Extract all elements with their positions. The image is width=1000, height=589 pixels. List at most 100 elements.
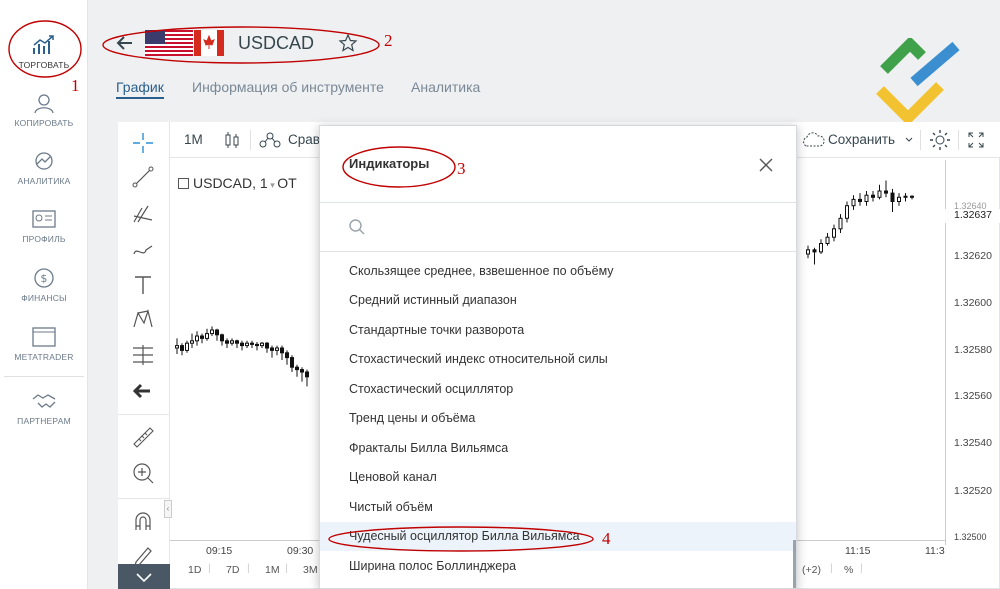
- pitchfork-icon[interactable]: [130, 200, 156, 226]
- candles-icon[interactable]: [222, 130, 242, 150]
- close-icon[interactable]: [758, 157, 774, 173]
- indicator-item[interactable]: Фракталы Билла Вильямса: [320, 434, 796, 463]
- arrow-left-icon[interactable]: [130, 378, 156, 404]
- settings-gear-icon[interactable]: [928, 128, 952, 152]
- search-input[interactable]: [372, 214, 772, 238]
- candle-body: [858, 198, 862, 202]
- sidebar-item-metatrader[interactable]: MetaTrader: [0, 326, 88, 362]
- time-axis-label: 11:3: [925, 545, 945, 557]
- indicator-item[interactable]: Стохастический осциллятор: [320, 375, 796, 404]
- drawbar-expand-button[interactable]: [118, 564, 170, 589]
- indicator-item[interactable]: Стандартные точки разворота: [320, 316, 796, 345]
- annotation-number-1: 1: [71, 76, 80, 95]
- interval-button[interactable]: 1M: [184, 122, 203, 158]
- candle-body: [195, 335, 199, 342]
- current-price-tag: 1.32637: [945, 209, 1000, 223]
- time-axis-label: 09:30: [287, 545, 314, 557]
- candle-body: [871, 194, 875, 198]
- tab-chart[interactable]: График: [116, 79, 164, 99]
- indicator-item[interactable]: Стохастический индекс относительной силы: [320, 345, 796, 374]
- indicator-item[interactable]: Чистый объём: [320, 493, 796, 522]
- candles-right: [806, 180, 914, 265]
- price-axis-label: 1.32560: [954, 390, 992, 402]
- candle-body: [250, 342, 254, 345]
- adjust-label[interactable]: (+2): [802, 564, 821, 576]
- range-3m[interactable]: 3M: [303, 564, 318, 576]
- scrollbar-thumb[interactable]: [793, 540, 796, 588]
- compare-icon[interactable]: [258, 130, 282, 150]
- candle-body: [845, 205, 849, 219]
- save-button[interactable]: Сохранить: [828, 122, 895, 158]
- magnet-icon[interactable]: [130, 508, 156, 534]
- candle-body: [812, 249, 817, 253]
- sidebar-item-copy[interactable]: Копировать: [0, 92, 88, 128]
- analytics-icon: [35, 152, 53, 170]
- user-icon: [34, 94, 54, 114]
- price-axis-label: 1.32520: [954, 485, 992, 497]
- pattern-icon[interactable]: [130, 307, 156, 333]
- chevron-down-icon[interactable]: [904, 135, 914, 145]
- price-axis-label: 1.32620: [954, 250, 992, 262]
- candle-body: [910, 195, 914, 198]
- range-1m[interactable]: 1M: [265, 564, 280, 576]
- legend-symbol: USDCAD, 1: [193, 175, 268, 191]
- candle-body: [205, 333, 209, 339]
- time-axis-label: 09:15: [206, 545, 233, 557]
- candle-body: [185, 342, 189, 351]
- candle-body: [265, 342, 269, 349]
- header: USDCAD 2 График Информация об инструмент…: [88, 0, 1000, 110]
- sidebar-item-analytics[interactable]: Аналитика: [0, 150, 88, 186]
- candle-body: [903, 195, 908, 198]
- range-7d[interactable]: 7D: [226, 564, 239, 576]
- toolbar-divider: [958, 130, 959, 150]
- range-1d[interactable]: 1D: [188, 564, 201, 576]
- ruler-icon[interactable]: [130, 424, 156, 450]
- candle-body: [819, 243, 823, 253]
- candle-body: [897, 196, 901, 202]
- sidebar-item-label: Копировать: [14, 118, 74, 128]
- candle-body: [851, 198, 856, 207]
- tab-instrument-info[interactable]: Информация об инструменте: [192, 79, 384, 95]
- fib-icon[interactable]: [130, 342, 156, 368]
- chevron-down-icon: [136, 573, 152, 583]
- annotation-ellipse-1: [8, 20, 82, 78]
- collapse-legend-icon[interactable]: [178, 178, 189, 189]
- candle-body: [210, 329, 214, 335]
- sidebar-item-finance[interactable]: $ Финансы: [0, 267, 88, 303]
- toolbar-divider: [250, 130, 251, 150]
- candle-body: [864, 194, 869, 203]
- candle-body: [260, 342, 264, 347]
- sidebar-item-label: Финансы: [21, 293, 67, 303]
- dollar-icon: $: [34, 268, 54, 288]
- time-axis-label: 11:15: [845, 545, 871, 557]
- indicator-item[interactable]: Ценовой канал: [320, 463, 796, 492]
- sidebar-item-label: Аналитика: [17, 176, 71, 186]
- compare-button[interactable]: Срав: [288, 122, 320, 158]
- indicator-item[interactable]: Скользящее среднее, взвешенное по объёму: [320, 257, 796, 286]
- fullscreen-icon[interactable]: [966, 130, 986, 150]
- collapse-handle[interactable]: ‹: [164, 500, 172, 518]
- sidebar-item-profile[interactable]: Профиль: [0, 208, 88, 244]
- tab-analytics[interactable]: Аналитика: [411, 79, 480, 95]
- candle-body: [240, 342, 244, 347]
- text-tool-icon[interactable]: [130, 272, 156, 298]
- crosshair-icon[interactable]: [130, 130, 156, 156]
- sidebar-item-label: Профиль: [22, 234, 66, 244]
- trend-line-icon[interactable]: [130, 164, 156, 190]
- percent-toggle[interactable]: %: [844, 564, 853, 576]
- candles-left: [175, 326, 309, 387]
- dialog-divider: [320, 251, 796, 252]
- cloud-icon: [803, 132, 825, 147]
- candle-body: [290, 357, 294, 368]
- indicator-item[interactable]: Ширина полос Боллинджера: [320, 552, 796, 581]
- indicator-item[interactable]: Средний истинный диапазон: [320, 286, 796, 315]
- zoom-in-icon[interactable]: [130, 460, 156, 486]
- legend-suffix: OT: [277, 175, 297, 191]
- brush-icon[interactable]: [130, 236, 156, 262]
- sidebar-item-partners[interactable]: Партнерам: [0, 390, 88, 426]
- price-axis-label: 1.32540: [954, 437, 992, 449]
- dialog-divider: [320, 202, 796, 203]
- toolbar-divider: [920, 130, 921, 150]
- indicator-item[interactable]: Тренд цены и объёма: [320, 404, 796, 433]
- candle-body: [180, 345, 184, 351]
